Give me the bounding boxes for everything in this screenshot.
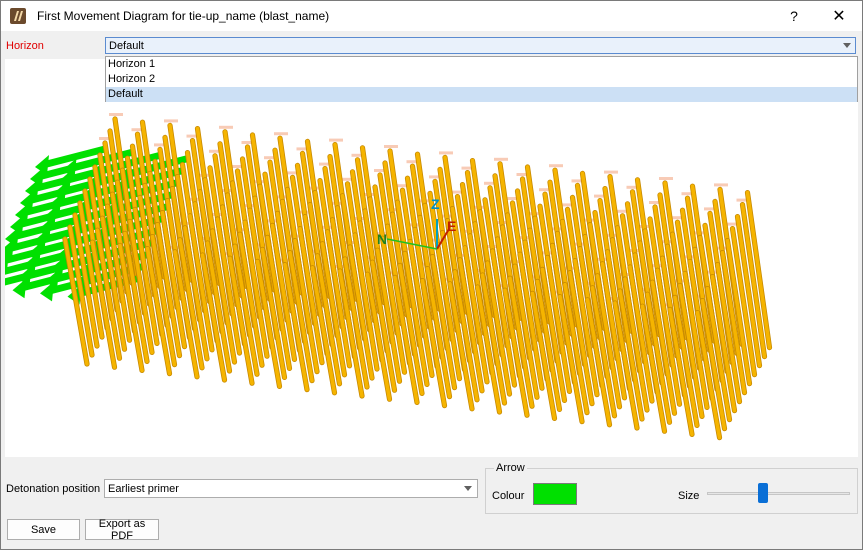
first-movement-dialog: First Movement Diagram for tie-up_name (…	[0, 0, 863, 550]
window-title: First Movement Diagram for tie-up_name (…	[37, 9, 330, 23]
detonation-select-value: Earliest primer	[108, 483, 179, 495]
detonation-position-select[interactable]: Earliest primer	[104, 479, 478, 498]
save-button[interactable]: Save	[7, 519, 80, 540]
hole-label	[109, 113, 123, 116]
chevron-down-icon[interactable]	[464, 486, 472, 491]
3d-viewport[interactable]: ZE N	[5, 59, 858, 457]
detonation-position-label: Detonation position	[6, 483, 101, 495]
hole-label	[329, 138, 343, 142]
export-pdf-button[interactable]: Export as PDF	[85, 518, 159, 542]
e-axis-label: E	[447, 218, 456, 234]
horizon-option-default[interactable]: Default	[106, 87, 857, 102]
horizon-select-value: Default	[109, 40, 144, 52]
title-bar: First Movement Diagram for tie-up_name (…	[1, 1, 862, 31]
app-logo-icon	[10, 8, 26, 24]
hole-label	[384, 145, 398, 148]
colour-label: Colour	[492, 490, 525, 502]
hole-label	[439, 151, 453, 155]
horizon-option-2[interactable]: Horizon 2	[106, 72, 857, 87]
close-button[interactable]: ✕	[816, 1, 862, 31]
chevron-down-icon[interactable]	[843, 43, 851, 48]
n-axis-label: N	[377, 231, 387, 247]
horizon-row: Horizon Default	[1, 31, 862, 59]
hole-label	[219, 125, 233, 129]
hole-label	[549, 164, 563, 168]
hole-label	[274, 132, 288, 136]
hole-label	[659, 177, 673, 180]
horizon-select[interactable]: Default	[105, 37, 856, 54]
hole-label	[714, 183, 728, 187]
horizon-label: Horizon	[6, 40, 44, 52]
colour-swatch-button[interactable]	[533, 483, 577, 505]
size-slider-handle[interactable]	[757, 483, 768, 503]
hole-label	[494, 157, 508, 161]
hole-label	[604, 170, 618, 174]
hole-label	[164, 119, 178, 123]
size-slider-track[interactable]	[707, 492, 850, 495]
horizon-option-1[interactable]: Horizon 1	[106, 57, 857, 72]
z-axis-label: Z	[431, 196, 440, 212]
size-label: Size	[678, 490, 700, 502]
blast-hole-scene[interactable]: ZE N	[5, 59, 858, 457]
help-button[interactable]: ?	[771, 1, 817, 31]
arrow-group-title: Arrow	[494, 462, 527, 474]
horizon-dropdown-list: Horizon 1 Horizon 2 Default	[105, 56, 858, 102]
